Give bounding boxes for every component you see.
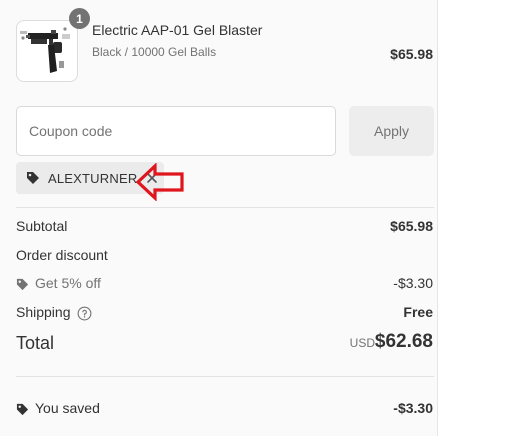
you-saved-line: You saved [16, 400, 100, 416]
discount-value: -$3.30 [393, 275, 433, 291]
red-arrow-annotation [136, 163, 184, 201]
tag-icon [16, 403, 29, 415]
total-currency: USD [349, 336, 375, 350]
product-name: Electric AAP-01 Gel Blaster [92, 22, 263, 38]
total-label: Total [16, 333, 55, 353]
discount-line: Get 5% off [16, 275, 101, 291]
order-discount-label: Order discount [16, 247, 108, 263]
subtotal-label: Subtotal [16, 218, 68, 234]
discount-name: Get 5% off [35, 275, 101, 291]
coupon-code-label: ALEXTURNER [48, 170, 138, 186]
subtotal-value: $65.98 [390, 218, 433, 234]
shipping-value: Free [403, 304, 433, 320]
order-summary-panel: 1 Electric AAP-01 Gel Blaster Black / 10… [0, 0, 438, 436]
you-saved-label: You saved [35, 400, 100, 416]
help-circle-icon[interactable] [77, 306, 92, 321]
quantity-badge: 1 [69, 8, 90, 29]
total-amount: $62.68 [374, 331, 433, 352]
divider [16, 376, 434, 377]
apply-coupon-button[interactable]: Apply [349, 106, 434, 156]
tag-icon [27, 172, 39, 184]
tag-icon [16, 278, 29, 290]
shipping-label: Shipping [16, 304, 71, 320]
product-price: $65.98 [390, 46, 433, 62]
shipping-line: Shipping [16, 304, 98, 321]
you-saved-value: -$3.30 [393, 400, 433, 416]
product-thumbnail [16, 20, 78, 82]
gel-blaster-icon [20, 27, 70, 73]
product-variant: Black / 10000 Gel Balls [92, 45, 217, 59]
divider [16, 207, 434, 208]
coupon-code-input[interactable] [16, 106, 336, 156]
